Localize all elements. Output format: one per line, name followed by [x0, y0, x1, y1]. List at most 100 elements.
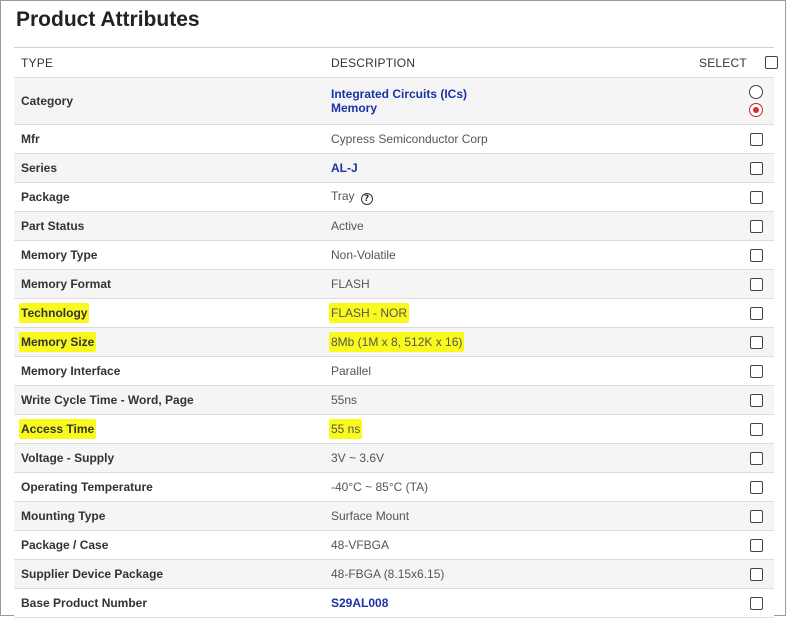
attribute-type-cell: Memory Size — [14, 327, 323, 357]
table-row: Package / Case 48-VFBGA — [14, 530, 774, 560]
select-cell — [699, 124, 774, 154]
attribute-description-cell: Active — [323, 211, 699, 241]
table-row: Memory Type Non-Volatile — [14, 240, 774, 270]
select-cell — [699, 472, 774, 502]
table-row: Package Tray? — [14, 182, 774, 212]
table-row: Base Product Number S29AL008 — [14, 588, 774, 618]
attribute-type: Write Cycle Time - Word, Page — [21, 393, 194, 407]
attribute-type-cell: Series — [14, 153, 323, 183]
attribute-type-cell: Package / Case — [14, 530, 323, 560]
category-link-memory[interactable]: Memory — [331, 101, 699, 115]
attribute-type-cell: Memory Format — [14, 269, 323, 299]
attribute-description-cell: 48-FBGA (8.15x6.15) — [323, 559, 699, 589]
attribute-description-cell: FLASH — [323, 269, 699, 299]
table-row: Memory Size 8Mb (1M x 8, 512K x 16) — [14, 327, 774, 357]
row-select-checkbox[interactable] — [750, 191, 763, 205]
category-radio-memory[interactable] — [749, 103, 763, 117]
row-select-checkbox[interactable] — [750, 481, 763, 495]
attribute-type-cell: Base Product Number — [14, 588, 323, 618]
select-cell — [699, 414, 774, 444]
row-select-checkbox[interactable] — [750, 307, 763, 321]
select-cell — [699, 269, 774, 299]
attribute-description-cell: Parallel — [323, 356, 699, 386]
row-select-checkbox[interactable] — [750, 539, 763, 553]
select-cell — [699, 559, 774, 589]
attribute-description-cell: 3V ~ 3.6V — [323, 443, 699, 473]
attribute-description: FLASH - NOR — [329, 303, 410, 323]
attribute-type: Voltage - Supply — [21, 451, 115, 465]
table-row: Access Time 55 ns — [14, 414, 774, 444]
attribute-description: -40°C ~ 85°C (TA) — [331, 480, 429, 494]
row-select-checkbox[interactable] — [750, 365, 763, 379]
select-all-checkbox[interactable] — [764, 56, 778, 69]
select-cell — [699, 77, 774, 125]
select-cell — [699, 298, 774, 328]
attribute-type-cell: Mounting Type — [14, 501, 323, 531]
row-select-checkbox[interactable] — [750, 162, 763, 176]
type-column-header: TYPE — [14, 47, 323, 78]
attribute-description-link[interactable]: S29AL008 — [331, 596, 388, 610]
attribute-description: Active — [331, 219, 364, 233]
row-select-checkbox[interactable] — [750, 394, 763, 408]
attribute-description-cell: FLASH - NOR — [323, 298, 699, 328]
select-cell — [699, 385, 774, 415]
table-row: Part Status Active — [14, 211, 774, 241]
row-select-checkbox[interactable] — [750, 423, 763, 437]
attribute-description: Non-Volatile — [331, 248, 396, 262]
attribute-description: Integrated Circuits (ICs) Memory — [323, 77, 699, 125]
attribute-description: 48-FBGA (8.15x6.15) — [331, 567, 445, 581]
row-select-checkbox[interactable] — [750, 278, 763, 292]
attribute-type-cell: Memory Interface — [14, 356, 323, 386]
attribute-description-cell: 55ns — [323, 385, 699, 415]
attribute-description-cell: Tray? — [323, 182, 699, 212]
attribute-type: Supplier Device Package — [21, 567, 164, 581]
attribute-type-cell: Part Status — [14, 211, 323, 241]
attribute-type-cell: Technology — [14, 298, 323, 328]
row-select-checkbox[interactable] — [750, 133, 763, 147]
attribute-description: FLASH — [331, 277, 370, 291]
select-cell — [699, 501, 774, 531]
table-row: Mounting Type Surface Mount — [14, 501, 774, 531]
attribute-type-cell: Memory Type — [14, 240, 323, 270]
row-select-checkbox[interactable] — [750, 220, 763, 234]
select-cell — [699, 530, 774, 560]
table-row: Technology FLASH - NOR — [14, 298, 774, 328]
attribute-description-cell: 55 ns — [323, 414, 699, 444]
table-header-row: TYPE DESCRIPTION SELECT — [14, 47, 778, 78]
attribute-type: Mounting Type — [21, 509, 106, 523]
select-cell — [699, 443, 774, 473]
attribute-type: Part Status — [21, 219, 85, 233]
row-select-checkbox[interactable] — [750, 568, 763, 582]
attribute-type: Series — [21, 161, 58, 175]
table-row: Mfr Cypress Semiconductor Corp — [14, 124, 774, 154]
category-link-ics[interactable]: Integrated Circuits (ICs) — [331, 87, 699, 101]
table-row: Memory Format FLASH — [14, 269, 774, 299]
attribute-description: Parallel — [331, 364, 372, 378]
attribute-description: 55 ns — [329, 419, 363, 439]
attribute-type: Base Product Number — [21, 596, 148, 610]
attribute-type: Memory Size — [19, 332, 97, 352]
row-select-checkbox[interactable] — [750, 336, 763, 350]
attribute-type-cell: Mfr — [14, 124, 323, 154]
attribute-type: Category — [14, 77, 323, 125]
select-header-label: SELECT — [699, 55, 747, 70]
attribute-type: Memory Interface — [21, 364, 121, 378]
category-radio-ics[interactable] — [749, 85, 763, 99]
attribute-description-cell: Non-Volatile — [323, 240, 699, 270]
question-circle-icon[interactable]: ? — [360, 193, 373, 205]
attribute-description: Tray — [331, 189, 355, 203]
select-cell — [699, 327, 774, 357]
select-column-header: SELECT — [699, 47, 778, 78]
row-select-checkbox[interactable] — [750, 510, 763, 524]
row-select-checkbox[interactable] — [750, 249, 763, 263]
row-select-checkbox[interactable] — [750, 597, 763, 611]
attribute-description-cell: 48-VFBGA — [323, 530, 699, 560]
select-cell — [699, 240, 774, 270]
attribute-type: Access Time — [19, 419, 97, 439]
attribute-description-link[interactable]: AL-J — [331, 161, 358, 175]
attribute-type: Technology — [19, 303, 90, 323]
row-select-checkbox[interactable] — [750, 452, 763, 466]
select-cell — [699, 153, 774, 183]
table-row: Supplier Device Package 48-FBGA (8.15x6.1… — [14, 559, 774, 589]
attribute-type: Operating Temperature — [21, 480, 153, 494]
